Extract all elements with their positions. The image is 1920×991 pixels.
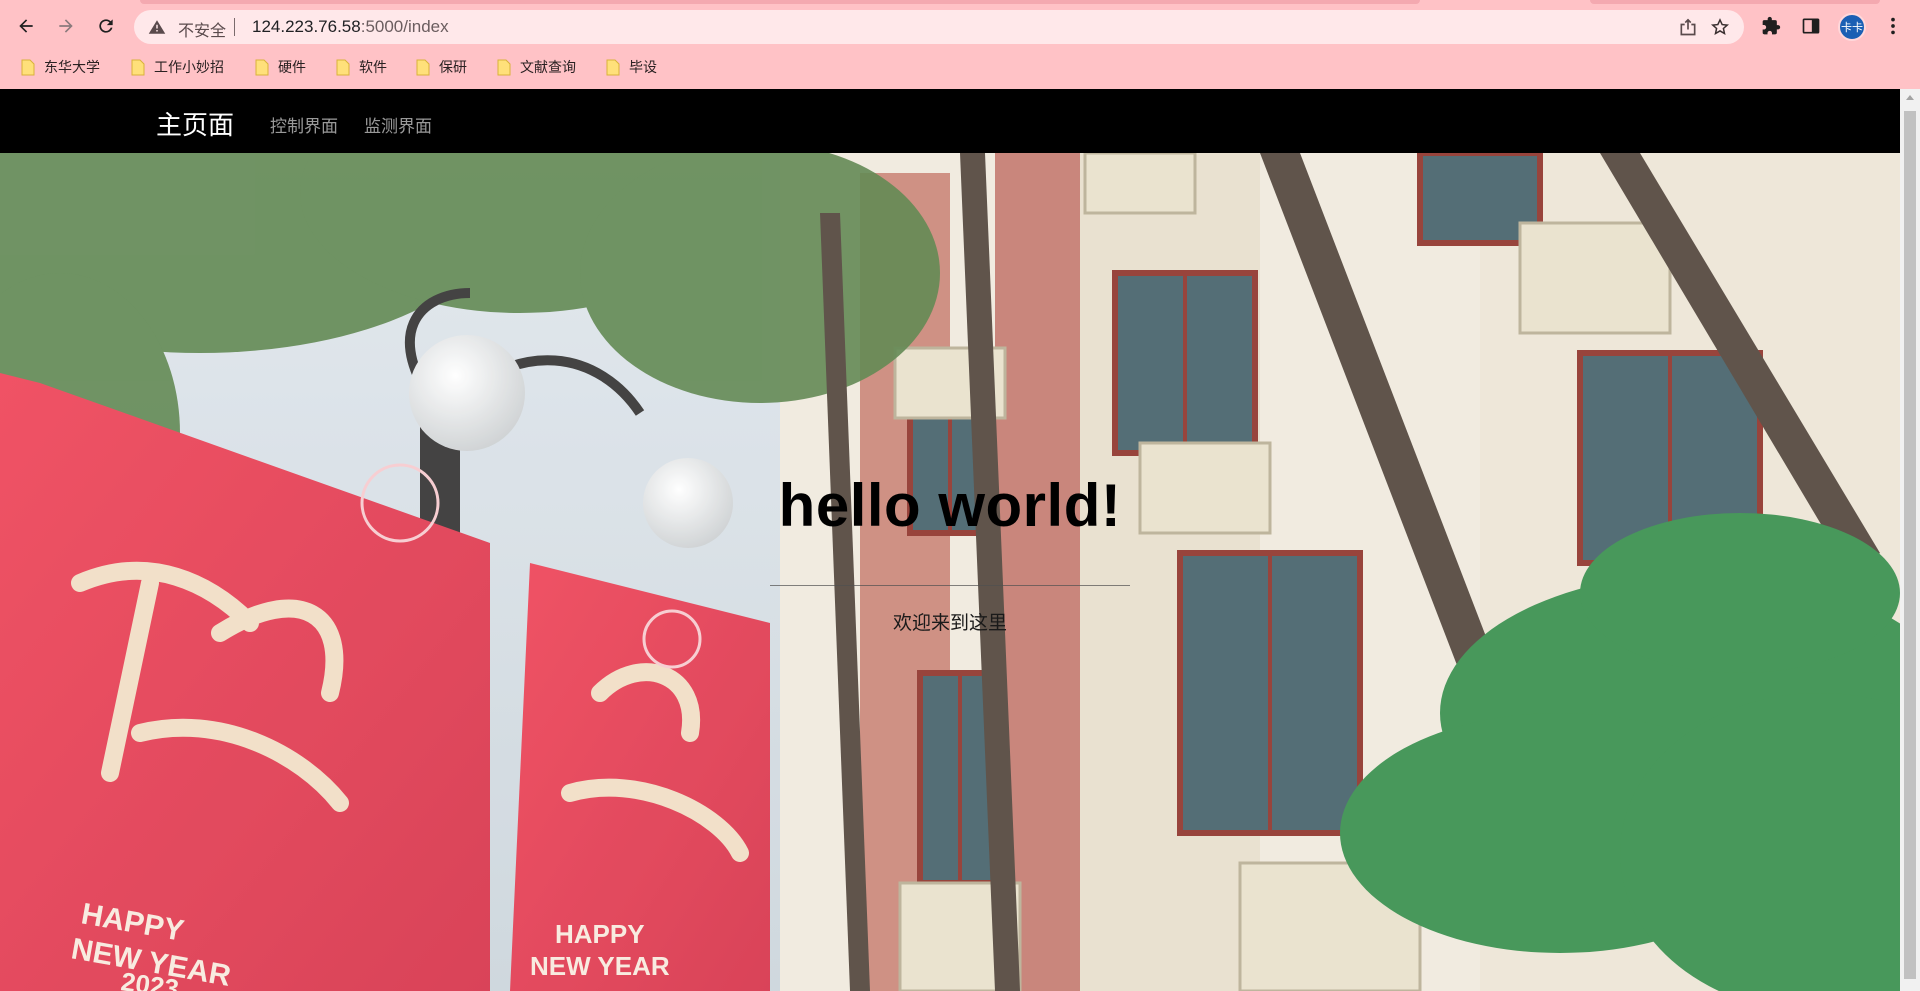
hero-section: HAPPY NEW YEAR 2023 HAPPY NEW YEAR hello… xyxy=(0,153,1900,991)
bookmark-folder[interactable]: 东华大学 xyxy=(20,54,100,80)
page-viewport: 主页面 控制界面 监测界面 HAPPY NEW YEAR 2023 HAPPY … xyxy=(0,89,1900,991)
profile-avatar[interactable]: 卡卡 xyxy=(1838,13,1866,41)
arrow-left-icon xyxy=(19,19,33,33)
back-button[interactable] xyxy=(10,10,42,42)
folder-icon xyxy=(21,59,35,76)
side-panel-icon xyxy=(1802,18,1820,34)
side-panel-button[interactable] xyxy=(1800,15,1822,37)
folder-icon xyxy=(336,59,350,76)
bookmark-label: 硬件 xyxy=(278,60,306,76)
browser-chrome: 不安全 124.223.76.58:5000/index 卡卡 东华大学 工作小… xyxy=(0,0,1920,89)
scrollbar-thumb[interactable] xyxy=(1904,111,1916,979)
bookmark-folder[interactable]: 文献查询 xyxy=(496,54,576,80)
browser-toolbar: 不安全 124.223.76.58:5000/index 卡卡 xyxy=(0,6,1920,46)
bookmarks-bar: 东华大学 工作小妙招 硬件 软件 保研 文献查询 毕设 xyxy=(0,54,1920,80)
url-text[interactable]: 124.223.76.58:5000/index xyxy=(252,17,449,37)
folder-icon xyxy=(255,59,269,76)
puzzle-icon xyxy=(1762,16,1781,35)
bookmark-label: 东华大学 xyxy=(44,60,100,76)
address-bar[interactable]: 不安全 124.223.76.58:5000/index xyxy=(134,10,1744,44)
folder-icon xyxy=(131,59,145,76)
bookmark-folder[interactable]: 毕设 xyxy=(605,54,657,80)
navbar-brand[interactable]: 主页面 xyxy=(156,105,234,142)
bookmark-label: 工作小妙招 xyxy=(154,60,224,76)
extensions-button[interactable] xyxy=(1760,15,1782,37)
bookmark-folder[interactable]: 工作小妙招 xyxy=(130,54,224,80)
hero-title: hello world! xyxy=(778,472,1122,539)
url-host: 124.223.76.58 xyxy=(252,17,361,36)
warning-icon xyxy=(148,20,166,34)
forward-button[interactable] xyxy=(50,10,82,42)
nav-link-monitor[interactable]: 监测界面 xyxy=(364,112,432,137)
folder-icon xyxy=(416,59,430,76)
tab-strip xyxy=(0,0,1920,4)
reload-icon xyxy=(99,19,113,33)
folder-icon xyxy=(497,59,511,76)
nav-link-control[interactable]: 控制界面 xyxy=(270,112,338,137)
scroll-up-icon[interactable] xyxy=(1906,95,1914,100)
site-navbar: 主页面 控制界面 监测界面 xyxy=(0,89,1900,153)
bookmark-label: 保研 xyxy=(439,60,467,76)
folder-icon xyxy=(606,59,620,76)
more-menu-icon[interactable] xyxy=(1882,15,1904,37)
bookmark-label: 软件 xyxy=(359,60,387,76)
bookmark-label: 毕设 xyxy=(629,60,657,76)
bookmark-star-icon[interactable] xyxy=(1710,17,1730,37)
hero-overlay xyxy=(0,153,1900,991)
bookmark-folder[interactable]: 硬件 xyxy=(254,54,306,80)
url-path: :5000/index xyxy=(360,17,449,36)
reload-button[interactable] xyxy=(90,10,122,42)
page-scrollbar[interactable] xyxy=(1900,89,1920,991)
bookmark-folder[interactable]: 软件 xyxy=(335,54,387,80)
security-status-label[interactable]: 不安全 xyxy=(178,17,226,41)
hero-subtitle: 欢迎来到这里 xyxy=(892,612,1007,634)
arrow-right-icon xyxy=(59,19,73,33)
share-icon[interactable] xyxy=(1678,17,1698,37)
address-separator xyxy=(234,18,235,36)
bookmark-folder[interactable]: 保研 xyxy=(415,54,467,80)
hero-divider xyxy=(770,585,1130,586)
bookmark-label: 文献查询 xyxy=(520,60,576,76)
